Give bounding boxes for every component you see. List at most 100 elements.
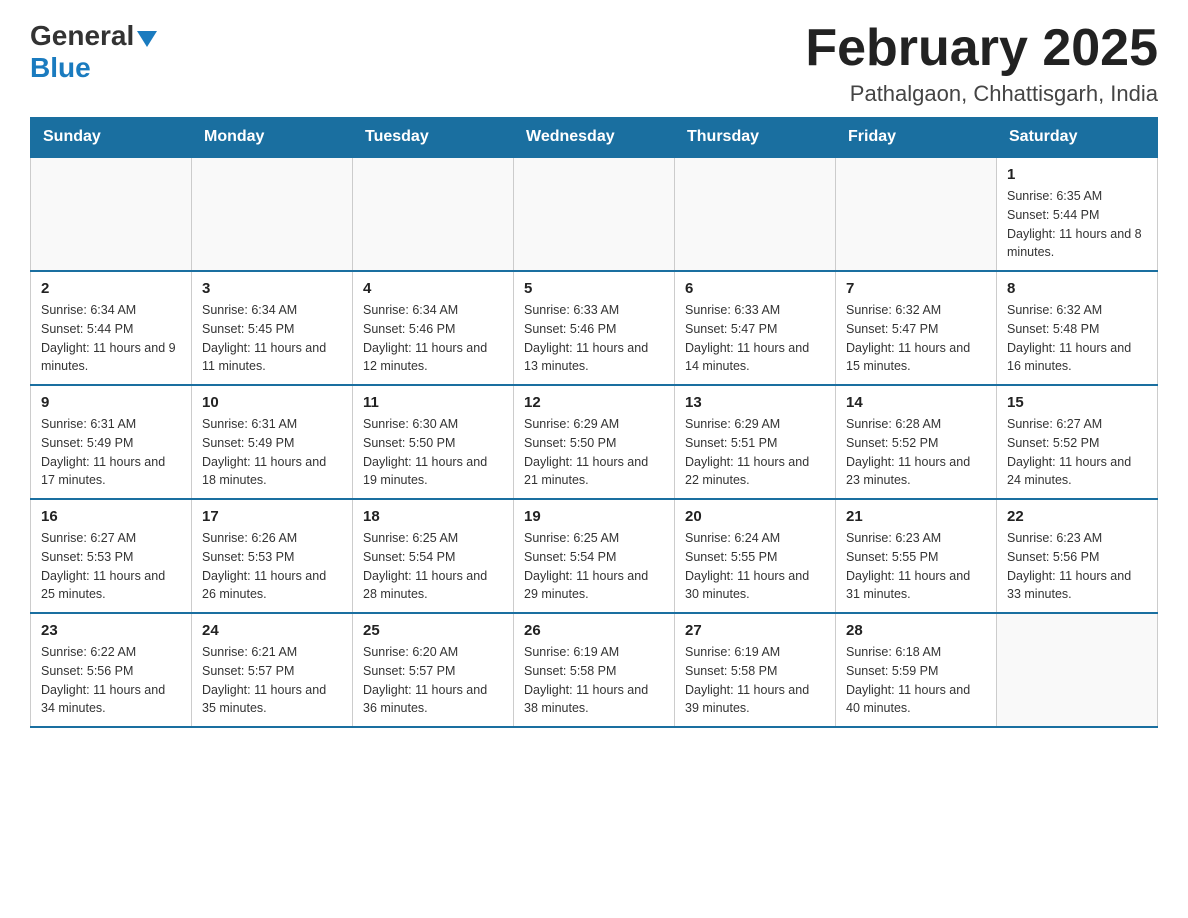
day-info: Sunrise: 6:31 AM Sunset: 5:49 PM Dayligh… [41,415,181,490]
day-number: 8 [1007,280,1147,297]
day-number: 19 [524,508,664,525]
calendar-cell: 14 Sunrise: 6:28 AM Sunset: 5:52 PM Dayli… [836,385,997,499]
day-number: 4 [363,280,503,297]
day-number: 23 [41,622,181,639]
day-header-monday: Monday [192,118,353,158]
day-header-wednesday: Wednesday [514,118,675,158]
day-number: 9 [41,394,181,411]
calendar-header-row: SundayMondayTuesdayWednesdayThursdayFrid… [31,118,1158,158]
calendar-week-row: 16 Sunrise: 6:27 AM Sunset: 5:53 PM Dayli… [31,499,1158,613]
calendar-table: SundayMondayTuesdayWednesdayThursdayFrid… [30,117,1158,728]
calendar-cell: 27 Sunrise: 6:19 AM Sunset: 5:58 PM Dayli… [675,613,836,727]
logo: General Blue [30,20,157,84]
day-number: 12 [524,394,664,411]
calendar-week-row: 2 Sunrise: 6:34 AM Sunset: 5:44 PM Daylig… [31,271,1158,385]
day-number: 17 [202,508,342,525]
calendar-week-row: 9 Sunrise: 6:31 AM Sunset: 5:49 PM Daylig… [31,385,1158,499]
day-number: 13 [685,394,825,411]
calendar-cell: 25 Sunrise: 6:20 AM Sunset: 5:57 PM Dayli… [353,613,514,727]
day-info: Sunrise: 6:33 AM Sunset: 5:47 PM Dayligh… [685,301,825,376]
day-info: Sunrise: 6:32 AM Sunset: 5:47 PM Dayligh… [846,301,986,376]
day-info: Sunrise: 6:29 AM Sunset: 5:51 PM Dayligh… [685,415,825,490]
calendar-cell: 2 Sunrise: 6:34 AM Sunset: 5:44 PM Daylig… [31,271,192,385]
day-number: 1 [1007,166,1147,183]
calendar-cell: 23 Sunrise: 6:22 AM Sunset: 5:56 PM Dayli… [31,613,192,727]
day-number: 6 [685,280,825,297]
calendar-cell [514,157,675,271]
calendar-cell: 1 Sunrise: 6:35 AM Sunset: 5:44 PM Daylig… [997,157,1158,271]
calendar-cell: 22 Sunrise: 6:23 AM Sunset: 5:56 PM Dayli… [997,499,1158,613]
calendar-cell: 7 Sunrise: 6:32 AM Sunset: 5:47 PM Daylig… [836,271,997,385]
day-number: 3 [202,280,342,297]
day-number: 26 [524,622,664,639]
day-number: 25 [363,622,503,639]
location-subtitle: Pathalgaon, Chhattisgarh, India [805,81,1158,107]
day-header-saturday: Saturday [997,118,1158,158]
calendar-cell: 21 Sunrise: 6:23 AM Sunset: 5:55 PM Dayli… [836,499,997,613]
day-info: Sunrise: 6:35 AM Sunset: 5:44 PM Dayligh… [1007,187,1147,262]
calendar-cell: 4Sunrise: 6:34 AM Sunset: 5:46 PM Daylig… [353,271,514,385]
calendar-cell: 19 Sunrise: 6:25 AM Sunset: 5:54 PM Dayli… [514,499,675,613]
calendar-cell: 13 Sunrise: 6:29 AM Sunset: 5:51 PM Dayli… [675,385,836,499]
calendar-cell: 26 Sunrise: 6:19 AM Sunset: 5:58 PM Dayli… [514,613,675,727]
calendar-cell [836,157,997,271]
day-info: Sunrise: 6:31 AM Sunset: 5:49 PM Dayligh… [202,415,342,490]
calendar-week-row: 23 Sunrise: 6:22 AM Sunset: 5:56 PM Dayli… [31,613,1158,727]
day-info: Sunrise: 6:28 AM Sunset: 5:52 PM Dayligh… [846,415,986,490]
day-header-sunday: Sunday [31,118,192,158]
calendar-cell: 10 Sunrise: 6:31 AM Sunset: 5:49 PM Dayli… [192,385,353,499]
day-info: Sunrise: 6:34 AM Sunset: 5:44 PM Dayligh… [41,301,181,376]
day-info: Sunrise: 6:25 AM Sunset: 5:54 PM Dayligh… [524,529,664,604]
day-info: Sunrise: 6:23 AM Sunset: 5:56 PM Dayligh… [1007,529,1147,604]
day-info: Sunrise: 6:21 AM Sunset: 5:57 PM Dayligh… [202,643,342,718]
day-info: Sunrise: 6:30 AM Sunset: 5:50 PM Dayligh… [363,415,503,490]
logo-blue-text: Blue [30,52,91,84]
day-info: Sunrise: 6:23 AM Sunset: 5:55 PM Dayligh… [846,529,986,604]
day-number: 20 [685,508,825,525]
day-number: 2 [41,280,181,297]
calendar-cell [675,157,836,271]
day-info: Sunrise: 6:32 AM Sunset: 5:48 PM Dayligh… [1007,301,1147,376]
day-info: Sunrise: 6:25 AM Sunset: 5:54 PM Dayligh… [363,529,503,604]
day-number: 10 [202,394,342,411]
day-number: 7 [846,280,986,297]
logo-general-text: General [30,20,134,52]
day-number: 22 [1007,508,1147,525]
day-info: Sunrise: 6:27 AM Sunset: 5:53 PM Dayligh… [41,529,181,604]
calendar-cell: 17 Sunrise: 6:26 AM Sunset: 5:53 PM Dayli… [192,499,353,613]
page-header: General Blue February 2025 Pathalgaon, C… [30,20,1158,107]
day-number: 14 [846,394,986,411]
calendar-cell: 11 Sunrise: 6:30 AM Sunset: 5:50 PM Dayli… [353,385,514,499]
day-info: Sunrise: 6:34 AM Sunset: 5:45 PM Dayligh… [202,301,342,376]
day-number: 5 [524,280,664,297]
day-info: Sunrise: 6:19 AM Sunset: 5:58 PM Dayligh… [685,643,825,718]
day-number: 15 [1007,394,1147,411]
day-number: 11 [363,394,503,411]
calendar-cell: 6 Sunrise: 6:33 AM Sunset: 5:47 PM Daylig… [675,271,836,385]
calendar-cell [192,157,353,271]
day-number: 28 [846,622,986,639]
day-info: Sunrise: 6:20 AM Sunset: 5:57 PM Dayligh… [363,643,503,718]
day-number: 21 [846,508,986,525]
calendar-cell: 28 Sunrise: 6:18 AM Sunset: 5:59 PM Dayli… [836,613,997,727]
calendar-cell: 18Sunrise: 6:25 AM Sunset: 5:54 PM Dayli… [353,499,514,613]
day-number: 16 [41,508,181,525]
day-info: Sunrise: 6:29 AM Sunset: 5:50 PM Dayligh… [524,415,664,490]
day-number: 27 [685,622,825,639]
day-info: Sunrise: 6:22 AM Sunset: 5:56 PM Dayligh… [41,643,181,718]
calendar-cell [353,157,514,271]
calendar-cell: 5 Sunrise: 6:33 AM Sunset: 5:46 PM Daylig… [514,271,675,385]
calendar-cell: 8 Sunrise: 6:32 AM Sunset: 5:48 PM Daylig… [997,271,1158,385]
day-info: Sunrise: 6:27 AM Sunset: 5:52 PM Dayligh… [1007,415,1147,490]
day-number: 24 [202,622,342,639]
calendar-cell: 24 Sunrise: 6:21 AM Sunset: 5:57 PM Dayli… [192,613,353,727]
calendar-cell: 20Sunrise: 6:24 AM Sunset: 5:55 PM Dayli… [675,499,836,613]
day-info: Sunrise: 6:26 AM Sunset: 5:53 PM Dayligh… [202,529,342,604]
day-header-tuesday: Tuesday [353,118,514,158]
calendar-cell: 3 Sunrise: 6:34 AM Sunset: 5:45 PM Daylig… [192,271,353,385]
day-info: Sunrise: 6:18 AM Sunset: 5:59 PM Dayligh… [846,643,986,718]
calendar-cell [997,613,1158,727]
day-info: Sunrise: 6:19 AM Sunset: 5:58 PM Dayligh… [524,643,664,718]
day-info: Sunrise: 6:33 AM Sunset: 5:46 PM Dayligh… [524,301,664,376]
month-title: February 2025 [805,20,1158,77]
